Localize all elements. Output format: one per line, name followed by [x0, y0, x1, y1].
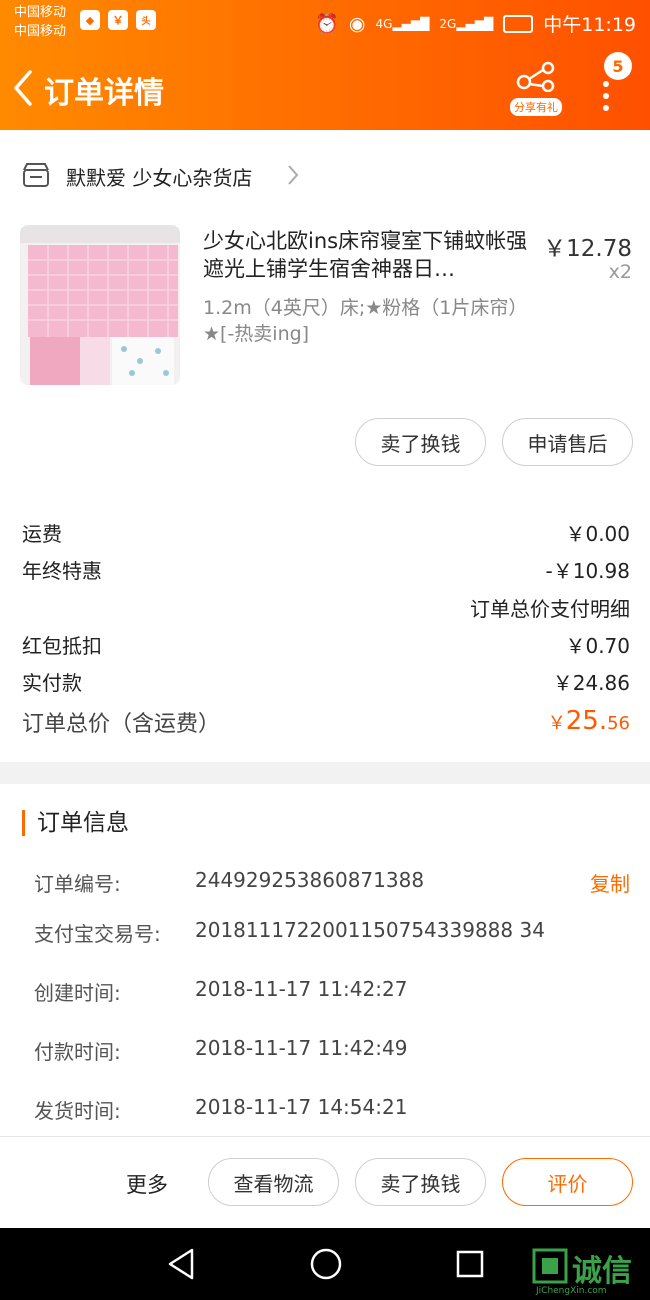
review-button[interactable]: 评价 [502, 1158, 633, 1206]
sell-for-cash-button[interactable]: 卖了换钱 [355, 418, 486, 466]
shipping-row: 运费 ￥0.00 [22, 518, 630, 548]
section-divider [0, 762, 650, 784]
promo-label: 年终特惠 [22, 559, 102, 583]
yen-app-icon: ￥ [108, 10, 128, 30]
paid-label: 实付款 [22, 671, 82, 695]
shipped-time-value: 2018-11-17 14:54:21 [195, 1095, 408, 1119]
shop-row[interactable]: 默默爱 少女心杂货店 [0, 150, 650, 200]
product-item[interactable]: 少女心北欧ins床帘寝室下铺蚊帐强遮光上铺学生宿舍神器日… 1.2m（4英尺）床… [0, 225, 650, 395]
paid-time-value: 2018-11-17 11:42:49 [195, 1036, 408, 1060]
product-price: ￥12.78 [543, 236, 632, 262]
product-sku: 1.2m（4英尺）床;★粉格（1片床帘）★[-热卖ing] [203, 297, 528, 345]
status-right: ⏰ ◉ 4G▂▄▆█ 2G▂▄▆█ 中午11:19 [315, 10, 636, 37]
share-button[interactable]: 分享有礼 [506, 60, 566, 116]
order-number-value: 244929253860871388 [195, 868, 425, 892]
chevron-right-icon [288, 165, 299, 185]
carrier-1: 中国移动 [14, 5, 67, 20]
nav-home-icon[interactable] [308, 1246, 344, 1282]
more-vertical-icon[interactable] [596, 76, 616, 120]
signal-icon-2: 2G▂▄▆█ [439, 16, 494, 31]
network-type-2: 2G [439, 16, 457, 31]
watermark-site: JiChengXin.com [536, 1286, 607, 1296]
eye-icon: ◉ [348, 12, 366, 35]
watermark-logo-icon [532, 1248, 568, 1284]
watermark: 诚信 JiChengXin.com [532, 1246, 650, 1300]
pink-curtain-image [20, 225, 180, 385]
created-time-label: 创建时间: [34, 981, 121, 1005]
sell-for-cash-bottom-button[interactable]: 卖了换钱 [355, 1158, 486, 1206]
carrier-2: 中国移动 [14, 24, 67, 39]
total-integer: 25. [565, 706, 608, 736]
nav-bar: 订单详情 分享有礼 [0, 56, 650, 124]
battery-icon [503, 14, 534, 33]
promo-row: 年终特惠 -￥10.98 [22, 555, 630, 585]
shop-name: 默默爱 少女心杂货店 [66, 166, 253, 190]
redpacket-label: 红包抵扣 [22, 634, 102, 658]
shipping-value: ￥0.00 [565, 522, 630, 546]
total-row: 订单总价（含运费） ￥25.56 [22, 706, 630, 746]
total-currency: ￥ [547, 713, 566, 734]
shield-icon: ◆ [80, 10, 100, 30]
total-decimal: 56 [607, 713, 630, 734]
clock: 中午11:19 [543, 14, 636, 36]
created-time-value: 2018-11-17 11:42:27 [195, 977, 408, 1001]
carrier-info: 中国移动 中国移动 [14, 3, 66, 41]
signal-icon-1: 4G▂▄▆█ [375, 16, 430, 31]
notification-icons: ◆ ￥ 头 [80, 10, 156, 30]
nav-back-icon[interactable] [164, 1246, 198, 1282]
redpacket-value: ￥0.70 [565, 634, 630, 658]
watermark-brand: 诚信 [572, 1254, 632, 1289]
product-title[interactable]: 少女心北欧ins床帘寝室下铺蚊帐强遮光上铺学生宿舍神器日… [203, 227, 533, 283]
message-badge: 5 [604, 52, 632, 80]
product-quantity: x2 [608, 261, 632, 283]
total-value: ￥25.56 [548, 706, 630, 736]
total-label: 订单总价（含运费） [22, 712, 221, 737]
redpacket-row: 红包抵扣 ￥0.70 [22, 630, 630, 660]
order-number-label: 订单编号: [34, 872, 121, 896]
payment-detail-link[interactable]: 订单总价支付明细 [470, 593, 630, 622]
after-sale-button[interactable]: 申请售后 [502, 418, 633, 466]
alarm-icon: ⏰ [315, 13, 339, 35]
order-info-title: 订单信息 [22, 810, 129, 836]
page-title: 订单详情 [44, 76, 164, 111]
paid-time-label: 付款时间: [34, 1040, 121, 1064]
bottom-action-bar: 更多 查看物流 卖了换钱 评价 [0, 1136, 650, 1229]
detail-row: 订单总价支付明细 [22, 593, 630, 623]
news-app-icon: 头 [136, 10, 156, 30]
shop-icon [23, 163, 49, 187]
alipay-number-value: 2018111722001150754339888 34 [195, 918, 545, 942]
nav-recents-icon[interactable] [454, 1248, 486, 1280]
copy-button[interactable]: 复制 [590, 868, 630, 897]
app-header: 中国移动 中国移动 ◆ ￥ 头 ⏰ ◉ 4G▂▄▆█ 2G▂▄▆█ 中午11:1… [0, 0, 650, 130]
view-logistics-button[interactable]: 查看物流 [208, 1158, 339, 1206]
shipped-time-label: 发货时间: [34, 1099, 121, 1123]
promo-value: -￥10.98 [545, 559, 630, 583]
share-label: 分享有礼 [510, 98, 562, 116]
share-icon [516, 61, 555, 93]
more-button[interactable]: 更多 [126, 1169, 168, 1199]
back-arrow-icon[interactable] [10, 66, 40, 110]
product-thumbnail[interactable] [20, 225, 180, 385]
paid-row: 实付款 ￥24.86 [22, 667, 630, 697]
status-bar: 中国移动 中国移动 ◆ ￥ 头 ⏰ ◉ 4G▂▄▆█ 2G▂▄▆█ 中午11:1… [0, 0, 650, 44]
alipay-number-label: 支付宝交易号: [34, 922, 161, 946]
paid-value: ￥24.86 [552, 671, 630, 695]
network-type-1: 4G [375, 16, 393, 31]
shipping-label: 运费 [22, 522, 62, 546]
